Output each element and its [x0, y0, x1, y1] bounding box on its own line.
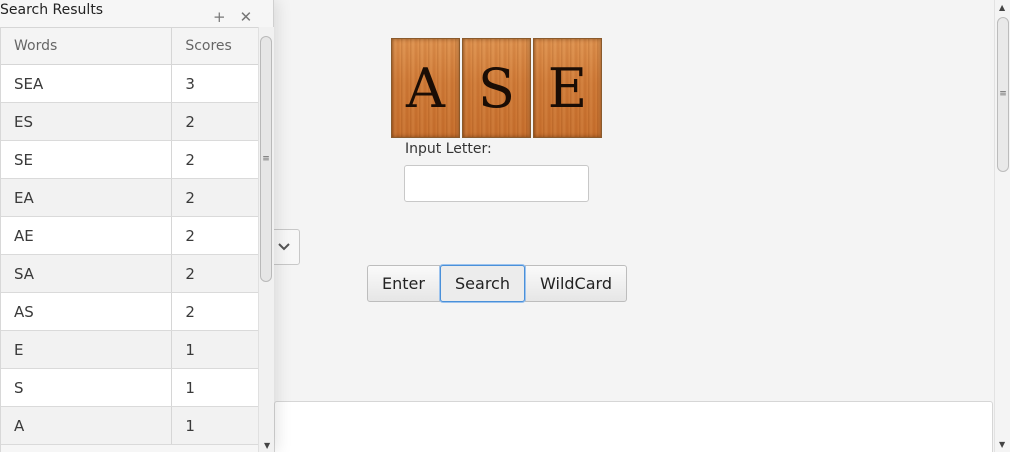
score-cell: 1: [185, 416, 195, 435]
action-buttons: Enter Search WildCard: [367, 265, 627, 302]
score-cell: 2: [185, 264, 195, 283]
table-row[interactable]: SA 2: [1, 255, 258, 293]
arrow-up-icon[interactable]: ▲: [999, 3, 1005, 12]
score-cell: 2: [185, 188, 195, 207]
main-scrollbar[interactable]: ▲ ≡ ▼: [994, 0, 1010, 452]
table-row[interactable]: SE 2: [1, 141, 258, 179]
score-cell: 3: [185, 74, 195, 93]
arrow-down-icon[interactable]: ▼: [999, 440, 1005, 449]
word-cell: ES: [1, 103, 173, 140]
search-button[interactable]: Search: [440, 265, 525, 302]
word-cell: S: [1, 369, 173, 406]
word-cell: SA: [1, 255, 173, 292]
table-header: Words Scores: [1, 27, 258, 65]
score-cell: 1: [185, 340, 195, 359]
table-body: SEA 3 ES 2 SE 2 EA 2 AE 2 SA 2 AS 2 E1 S1 A1: [1, 65, 258, 445]
score-cell: 2: [185, 302, 195, 321]
grip-icon: ≡: [999, 89, 1007, 99]
table-row[interactable]: SEA 3: [1, 65, 258, 103]
table-row[interactable]: E1: [1, 331, 258, 369]
column-header-scores[interactable]: Scores: [172, 28, 258, 64]
letter-tiles: A S E: [391, 38, 602, 138]
table-row[interactable]: AE 2: [1, 217, 258, 255]
arrow-down-icon[interactable]: ▼: [264, 441, 270, 450]
word-cell: EA: [1, 179, 173, 216]
table-row[interactable]: A1: [1, 407, 258, 445]
word-cell: AS: [1, 293, 173, 330]
chevron-down-icon: [278, 243, 290, 251]
column-header-words[interactable]: Words: [1, 28, 173, 64]
word-cell: SE: [1, 141, 173, 178]
window-actions: + ✕: [213, 8, 252, 26]
score-cell: 1: [185, 378, 195, 397]
window-title: Search Results: [0, 2, 104, 18]
table-row[interactable]: S1: [1, 369, 258, 407]
score-cell: 2: [185, 112, 195, 131]
table-row[interactable]: EA 2: [1, 179, 258, 217]
word-cell: E: [1, 331, 173, 368]
scrollbar-thumb[interactable]: ≡: [260, 36, 272, 282]
table-row[interactable]: ES 2: [1, 103, 258, 141]
results-table: Words Scores SEA 3 ES 2 SE 2 EA 2 AE 2 SA 2 AS…: [0, 27, 258, 452]
enter-button[interactable]: Enter: [367, 265, 440, 302]
letter-tile[interactable]: E: [533, 38, 602, 138]
score-cell: 2: [185, 150, 195, 169]
letter-tile[interactable]: S: [462, 38, 531, 138]
word-cell: AE: [1, 217, 173, 254]
letter-input[interactable]: [404, 165, 589, 202]
grip-icon: ≡: [262, 153, 270, 164]
close-icon[interactable]: ✕: [240, 8, 253, 26]
input-letter-label: Input Letter:: [405, 141, 492, 157]
word-cell: A: [1, 407, 173, 444]
letter-tile[interactable]: A: [391, 38, 460, 138]
table-row[interactable]: AS 2: [1, 293, 258, 331]
score-cell: 2: [185, 226, 195, 245]
results-scrollbar[interactable]: ≡ ▼: [258, 27, 274, 452]
word-cell: SEA: [1, 65, 173, 102]
add-icon[interactable]: +: [213, 8, 226, 26]
search-results-window: Search Results + ✕ Words Scores SEA 3 ES 2…: [0, 0, 274, 452]
scrollbar-thumb[interactable]: ≡: [997, 17, 1009, 172]
output-area[interactable]: [274, 401, 993, 452]
wildcard-button[interactable]: WildCard: [525, 265, 627, 302]
